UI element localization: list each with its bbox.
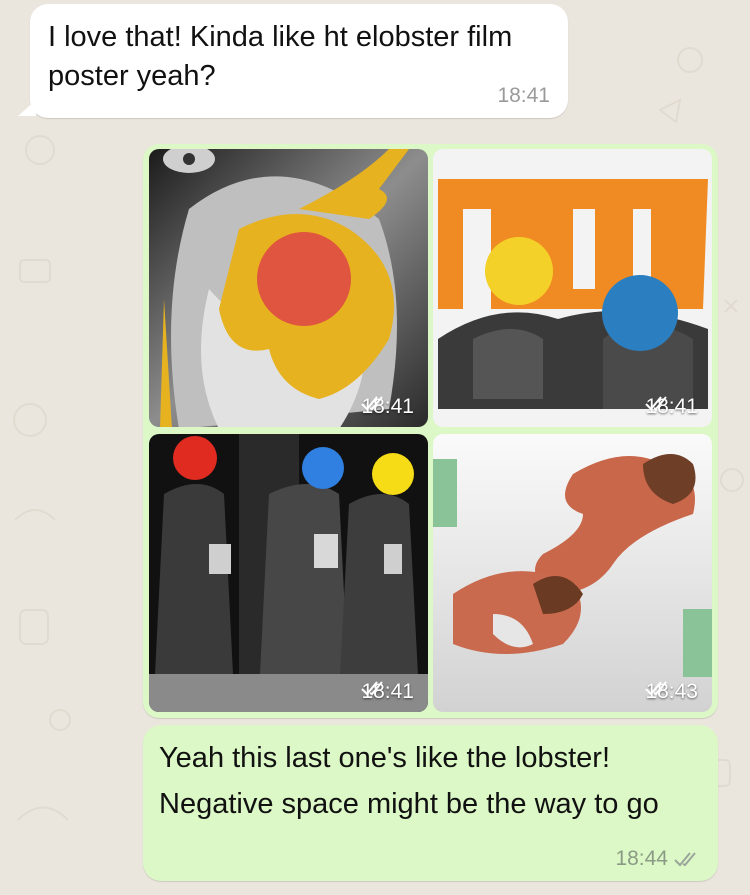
- outgoing-message-text: Yeah this last one's like the lobster! N…: [159, 742, 659, 820]
- outgoing-message-time: 18:44: [615, 847, 668, 870]
- outgoing-message-meta: 18:44: [615, 847, 700, 871]
- photo-two-men-collage[interactable]: 18:41: [433, 149, 712, 427]
- photo-1-timestamp: 18:41: [361, 395, 414, 418]
- photo-album: 18:41 18:41 18:41 18:43: [143, 144, 718, 718]
- photo-negative-space-collage[interactable]: 18:43: [433, 434, 712, 712]
- incoming-message-time: 18:41: [497, 84, 550, 107]
- double-check-icon: [361, 681, 384, 696]
- incoming-message-text: I love that! Kinda like ht elobster film…: [48, 21, 513, 92]
- incoming-message-bubble[interactable]: I love that! Kinda like ht elobster film…: [18, 4, 568, 118]
- double-check-icon: [645, 681, 668, 696]
- double-check-icon: [361, 396, 384, 411]
- double-check-icon: [645, 396, 668, 411]
- photo-old-man-collage[interactable]: 18:41: [149, 149, 428, 427]
- photo-three-men-collage[interactable]: 18:41: [149, 434, 428, 712]
- photo-3-timestamp: 18:41: [361, 680, 414, 703]
- photo-4-timestamp: 18:43: [645, 680, 698, 703]
- outgoing-message-bubble[interactable]: Yeah this last one's like the lobster! N…: [143, 725, 718, 881]
- photo-2-timestamp: 18:41: [645, 395, 698, 418]
- double-check-icon: [674, 852, 696, 867]
- bubble-tail: [18, 100, 36, 116]
